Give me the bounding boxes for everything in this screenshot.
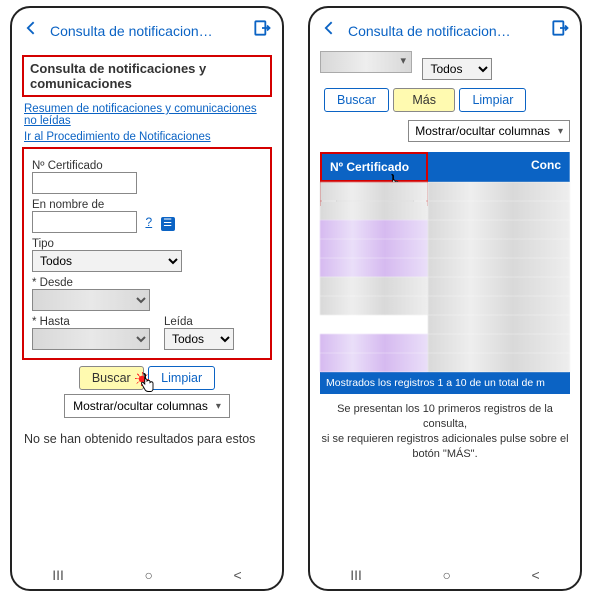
col-header-certificado[interactable]: Nº Certificado [320,152,428,182]
nav-home-icon[interactable]: ○ [442,567,450,583]
page-title: Consulta de notificaciones y comunicacio… [22,55,272,97]
label-en-nombre-de: En nombre de [32,199,262,211]
table-header: Nº Certificado Conc [320,152,570,182]
toggle-columns-label: Mostrar/ocultar columnas [73,399,208,413]
app-topbar: Consulta de notificacion… [310,8,580,49]
android-navbar: III ○ < [12,561,282,589]
select-hasta[interactable] [32,328,150,350]
table-row[interactable] [320,353,570,372]
page-content-right: Todos Buscar Más Limpiar Mostrar/ocultar… [310,49,580,561]
search-form: Nº Certificado En nombre de ? ☰ Tipo Tod… [22,147,272,360]
limpiar-button[interactable]: Limpiar [459,88,526,112]
phone-left: Consulta de notificacion… Consulta de no… [10,6,284,591]
nav-recent-icon[interactable]: III [52,567,64,583]
table-row[interactable] [320,258,570,277]
no-results-text: No se han obtenido resultados para estos [22,432,272,446]
limpiar-button[interactable]: Limpiar [148,366,215,390]
select-filter-blurred[interactable] [320,51,412,73]
mas-button[interactable]: Más [393,88,455,112]
toggle-columns-dropdown[interactable]: Mostrar/ocultar columnas ▾ [408,120,570,142]
toggle-columns-dropdown[interactable]: Mostrar/ocultar columnas ▾ [64,394,230,418]
app-title: Consulta de notificacion… [44,23,250,39]
app-topbar: Consulta de notificacion… [12,8,282,49]
back-arrow-icon[interactable] [20,18,44,43]
help-question-icon[interactable]: ? [145,215,152,229]
results-table: Nº Certificado Conc [320,152,570,394]
table-body [320,182,570,372]
table-row[interactable] [320,296,570,315]
label-certificado: Nº Certificado [32,160,262,172]
button-row-right: Buscar Más Limpiar Mostrar/ocultar colum… [320,88,570,142]
exit-icon[interactable] [548,18,572,43]
label-desde: * Desde [32,277,262,289]
chevron-down-icon: ▾ [558,126,563,137]
exit-icon[interactable] [250,18,274,43]
input-certificado[interactable] [32,172,137,194]
table-row[interactable] [320,315,570,334]
button-row-left: Buscar Limpiar Mostrar/ocultar columnas … [22,366,272,418]
help-lookup-icon[interactable]: ☰ [161,217,175,231]
pagination-summary: Se presentan los 10 primeros registros d… [320,402,570,461]
table-footer: Mostrados los registros 1 a 10 de un tot… [320,372,570,394]
buscar-button[interactable]: Buscar [79,366,144,390]
android-navbar: III ○ < [310,561,580,589]
table-row[interactable] [320,277,570,296]
table-row[interactable] [320,334,570,353]
select-desde[interactable] [32,289,150,311]
buscar-button[interactable]: Buscar [324,88,389,112]
phone-right: Consulta de notificacion… Todos Buscar M… [308,6,582,591]
label-leida: Leída [164,316,234,328]
col-header-concepto[interactable]: Conc [428,152,570,182]
select-leida[interactable]: Todos [164,328,234,350]
chevron-down-icon: ▾ [216,401,221,412]
back-arrow-icon[interactable] [318,18,342,43]
page-content-left: Consulta de notificaciones y comunicacio… [12,49,282,561]
link-procedimiento[interactable]: Ir al Procedimiento de Notificaciones [24,131,270,143]
app-title: Consulta de notificacion… [342,23,548,39]
link-resumen-no-leidas[interactable]: Resumen de notificaciones y comunicacion… [24,103,270,127]
select-estado[interactable]: Todos [422,58,492,80]
table-row[interactable] [320,201,570,220]
nav-back-icon[interactable]: < [234,567,242,583]
toggle-columns-label: Mostrar/ocultar columnas [415,124,550,138]
label-hasta: * Hasta [32,316,150,328]
nav-recent-icon[interactable]: III [350,567,362,583]
input-en-nombre-de[interactable] [32,211,137,233]
table-row[interactable] [320,220,570,239]
label-tipo: Tipo [32,238,262,250]
nav-back-icon[interactable]: < [532,567,540,583]
nav-home-icon[interactable]: ○ [144,567,152,583]
table-row[interactable] [320,182,570,201]
select-tipo[interactable]: Todos [32,250,182,272]
table-row[interactable] [320,239,570,258]
